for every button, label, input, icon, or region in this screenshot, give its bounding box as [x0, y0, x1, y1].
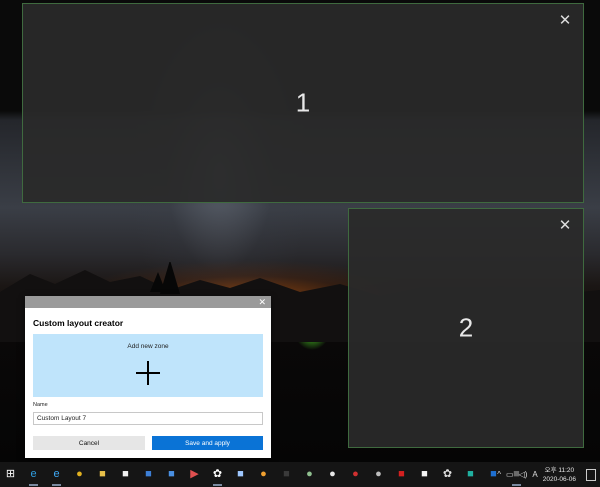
windows-icon: ⊞ — [5, 468, 16, 480]
chrome-icon: ● — [76, 468, 83, 480]
network-icon[interactable]: ▭ — [506, 470, 514, 479]
close-icon[interactable]: ✕ — [258, 296, 266, 308]
ime-indicator[interactable]: A — [532, 470, 537, 479]
zone-number: 2 — [458, 312, 474, 343]
system-tray: ^ ▭ ◁) A 오후 11:20 2020-06-06 — [497, 462, 600, 487]
taskbar-app-store[interactable]: ■ — [115, 462, 136, 487]
zone-1[interactable]: 1 ✕ — [22, 3, 584, 203]
dialog-titlebar[interactable]: ✕ — [25, 296, 271, 308]
reader-icon: ■ — [398, 468, 405, 480]
cloud-icon: ● — [375, 468, 382, 480]
taskbar-app-notepad[interactable]: ■ — [230, 462, 251, 487]
volume-icon[interactable]: ◁) — [519, 470, 528, 479]
taskbar-app-edge[interactable]: e — [23, 462, 44, 487]
clock-time: 오후 11:20 — [544, 466, 575, 474]
dialog-title: Custom layout creator — [33, 318, 124, 328]
save-and-apply-button[interactable]: Save and apply — [152, 436, 263, 450]
notification-icon[interactable] — [586, 468, 596, 481]
taskbar-app-office[interactable]: ■ — [414, 462, 435, 487]
zone-number: 1 — [295, 87, 311, 118]
taskbar-app-terminal[interactable]: ■ — [276, 462, 297, 487]
taskbar-app-cloud[interactable]: ● — [368, 462, 389, 487]
taskbar-app-settings[interactable]: ✿ — [207, 462, 228, 487]
taskbar-app-media-player[interactable]: ▶ — [184, 462, 205, 487]
start-button[interactable]: ⊞ — [0, 462, 21, 487]
blue-app-icon: ■ — [490, 468, 497, 480]
custom-layout-dialog: ✕ Custom layout creator Add new zone Nam… — [25, 296, 271, 458]
clock-date: 2020-06-06 — [542, 475, 576, 483]
taskbar-app-teal-app[interactable]: ■ — [460, 462, 481, 487]
close-icon[interactable]: ✕ — [557, 218, 573, 234]
taskbar-app-mail[interactable]: ■ — [138, 462, 159, 487]
taskbar-apps: ⊞ e e ● ■ ■ ■ ■ ▶ ✿ ■ ● ■ ● ● ● ● ■ ■ ✿ ■ ■ ■ — [0, 462, 529, 487]
add-zone-label: Add new zone — [127, 343, 169, 350]
taskbar-app-photos[interactable]: ■ — [161, 462, 182, 487]
taskbar-app-internet-explorer[interactable]: e — [46, 462, 67, 487]
taskbar-app-camera[interactable]: ● — [299, 462, 320, 487]
add-zone-button[interactable]: Add new zone — [33, 334, 263, 397]
camera-icon: ● — [306, 468, 313, 480]
settings-icon: ✿ — [212, 468, 223, 480]
mail-icon: ■ — [145, 468, 152, 480]
taskbar-app-recorder[interactable]: ● — [345, 462, 366, 487]
file-explorer-icon: ■ — [99, 468, 106, 480]
taskbar-app-paint[interactable]: ● — [253, 462, 274, 487]
recorder-icon: ● — [352, 468, 359, 480]
terminal-icon: ■ — [283, 468, 290, 480]
taskbar-app-file-explorer[interactable]: ■ — [92, 462, 113, 487]
cancel-button[interactable]: Cancel — [33, 436, 145, 450]
office-icon: ■ — [421, 468, 428, 480]
notepad-icon: ■ — [237, 468, 244, 480]
layout-name-input[interactable] — [33, 412, 263, 425]
game-icon: ● — [329, 468, 336, 480]
plus-icon — [136, 361, 160, 385]
store-icon: ■ — [122, 468, 129, 480]
chevron-up-icon[interactable]: ^ — [497, 470, 501, 479]
zone-2[interactable]: 2 ✕ — [348, 208, 584, 448]
taskbar-app-reader[interactable]: ■ — [391, 462, 412, 487]
name-label: Name — [33, 402, 48, 408]
taskbar-app-chrome[interactable]: ● — [69, 462, 90, 487]
edge-icon: e — [30, 468, 37, 480]
media-player-icon: ▶ — [190, 468, 199, 480]
network-tool-icon: ✿ — [442, 468, 453, 480]
taskbar: ⊞ e e ● ■ ■ ■ ■ ▶ ✿ ■ ● ■ ● ● ● ● ■ ■ ✿ ■ ■ ■ ^ ▭ ◁) A 오후 11:… — [0, 462, 600, 487]
teal-app-icon: ■ — [467, 468, 474, 480]
taskbar-app-network-tool[interactable]: ✿ — [437, 462, 458, 487]
close-icon[interactable]: ✕ — [557, 13, 573, 29]
photos-icon: ■ — [168, 468, 175, 480]
taskbar-app-game[interactable]: ● — [322, 462, 343, 487]
internet-explorer-icon: e — [53, 468, 60, 480]
paint-icon: ● — [260, 468, 267, 480]
clock[interactable]: 오후 11:20 2020-06-06 — [543, 466, 576, 484]
